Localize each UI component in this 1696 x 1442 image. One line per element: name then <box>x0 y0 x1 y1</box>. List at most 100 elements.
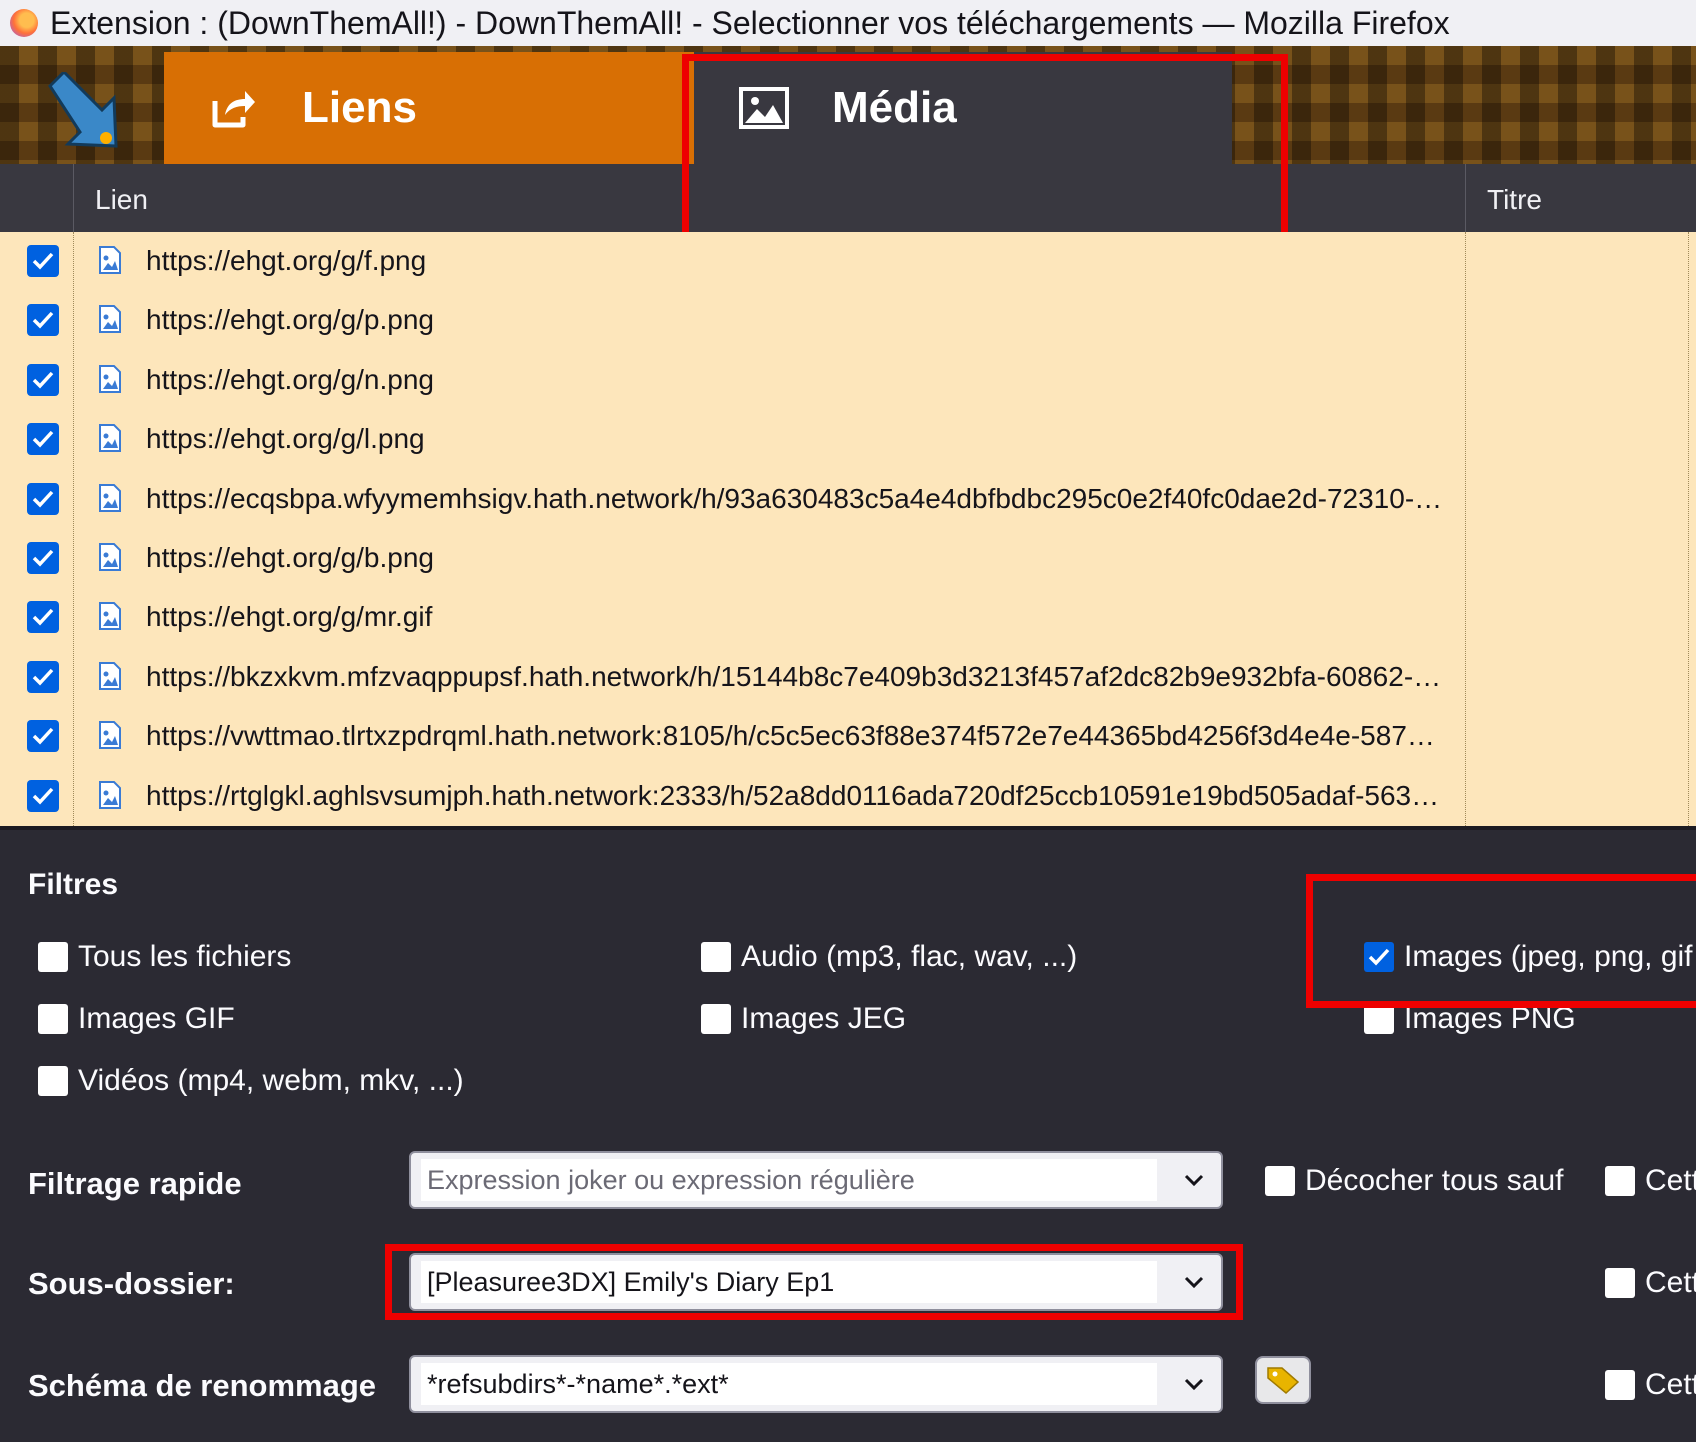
table-row[interactable]: https://ehgt.org/g/b.png <box>0 529 1696 588</box>
image-file-icon <box>99 721 121 750</box>
checkbox[interactable] <box>1605 1268 1635 1298</box>
table-row[interactable]: https://vwttmao.tlrtxzpdrqml.hath.networ… <box>0 707 1696 766</box>
window-title: Extension : (DownThemAll!) - DownThemAll… <box>50 4 1450 41</box>
tab-links[interactable]: Liens <box>164 52 694 164</box>
row-checkbox[interactable] <box>27 779 59 812</box>
image-file-icon <box>99 424 121 453</box>
row-checkbox[interactable] <box>27 363 59 396</box>
filter-gif[interactable]: Images GIF <box>38 1002 235 1036</box>
link-url: https://ecqsbpa.wfyymemhsigv.hath.networ… <box>146 482 1446 514</box>
filter-all-files[interactable]: Tous les fichiers <box>38 940 291 974</box>
option-label: Cett <box>1645 1266 1696 1299</box>
table-row[interactable]: https://ehgt.org/g/l.png <box>0 410 1696 469</box>
table-row[interactable]: https://ehgt.org/g/mr.gif <box>0 588 1696 647</box>
uncheck-label: Décocher tous sauf <box>1305 1164 1564 1197</box>
checkbox[interactable] <box>1605 1370 1635 1400</box>
downthemall-logo <box>0 46 164 164</box>
tab-media-label: Média <box>832 83 957 132</box>
firefox-logo-icon <box>10 9 38 37</box>
checkbox[interactable] <box>1265 1166 1295 1196</box>
link-url: https://ehgt.org/g/n.png <box>146 363 434 395</box>
rename-label: Schéma de renommage <box>28 1368 377 1403</box>
row-checkbox[interactable] <box>27 541 59 574</box>
filter-label: Images (jpeg, png, gif <box>1404 940 1693 973</box>
row-checkbox[interactable] <box>27 482 59 515</box>
filter-images[interactable]: Images (jpeg, png, gif <box>1364 940 1693 974</box>
chevron-down-icon[interactable] <box>1183 1169 1205 1191</box>
filter-jpeg[interactable]: Images JEG <box>701 1002 906 1036</box>
column-check <box>0 164 74 232</box>
tab-links-label: Liens <box>302 83 417 132</box>
checkbox-checked[interactable] <box>1364 942 1394 972</box>
checkbox[interactable] <box>38 1004 68 1034</box>
filter-label: Vidéos (mp4, webm, mkv, ...) <box>78 1064 464 1097</box>
image-file-icon <box>99 483 121 512</box>
link-url: https://ehgt.org/g/p.png <box>146 304 434 336</box>
rename-option[interactable]: Cett <box>1605 1368 1696 1402</box>
filter-label: Images JEG <box>741 1002 907 1035</box>
link-url: https://bkzxkvm.mfzvaqppupsf.hath.networ… <box>146 660 1446 692</box>
checkbox[interactable] <box>38 942 68 972</box>
quick-filter-combobox[interactable]: Expression joker ou expression régulière <box>409 1151 1223 1209</box>
chevron-down-icon[interactable] <box>1183 1373 1205 1395</box>
column-title[interactable]: Titre <box>1487 184 1542 216</box>
download-arrow-icon <box>48 72 118 148</box>
table-row[interactable]: https://ecqsbpa.wfyymemhsigv.hath.networ… <box>0 470 1696 529</box>
image-file-icon <box>99 602 121 631</box>
uncheck-all-except[interactable]: Décocher tous sauf <box>1265 1164 1563 1198</box>
tag-button[interactable] <box>1255 1356 1311 1404</box>
subfolder-option[interactable]: Cett <box>1605 1266 1696 1300</box>
share-icon <box>208 82 260 134</box>
tab-media[interactable]: Média <box>694 52 1232 164</box>
image-file-icon <box>99 542 121 571</box>
row-checkbox[interactable] <box>27 423 59 456</box>
link-url: https://ehgt.org/g/b.png <box>146 541 434 573</box>
link-url: https://rtglgkl.aghlsvsumjph.hath.networ… <box>146 779 1446 811</box>
table-row[interactable]: https://ehgt.org/g/n.png <box>0 351 1696 410</box>
links-list: https://ehgt.org/g/f.png https://ehgt.org… <box>0 232 1696 826</box>
image-file-icon <box>99 305 121 334</box>
table-row[interactable]: https://bkzxkvm.mfzvaqppupsf.hath.networ… <box>0 648 1696 707</box>
tag-icon <box>1267 1367 1300 1394</box>
checkbox[interactable] <box>1364 1004 1394 1034</box>
link-url: https://ehgt.org/g/l.png <box>146 423 425 455</box>
filter-label: Images GIF <box>78 1002 235 1035</box>
table-row[interactable]: https://rtglgkl.aghlsvsumjph.hath.networ… <box>0 767 1696 826</box>
row-checkbox[interactable] <box>27 245 59 277</box>
image-file-icon <box>99 246 121 274</box>
options-panel: Filtres Tous les fichiers Audio (mp3, fl… <box>0 826 1696 1442</box>
column-header: Lien Titre <box>0 164 1696 232</box>
filter-audio[interactable]: Audio (mp3, flac, wav, ...) <box>701 940 1077 974</box>
image-icon <box>738 82 790 134</box>
row-checkbox[interactable] <box>27 660 59 693</box>
option-label: Cett <box>1645 1368 1696 1401</box>
table-row[interactable]: https://ehgt.org/g/f.png <box>0 232 1696 291</box>
row-checkbox[interactable] <box>27 601 59 634</box>
header: Liens Média <box>0 46 1696 164</box>
table-row[interactable]: https://ehgt.org/g/p.png <box>0 291 1696 350</box>
rename-combobox[interactable]: *refsubdirs*-*name*.*ext* <box>409 1355 1223 1413</box>
link-url: https://ehgt.org/g/f.png <box>146 245 427 276</box>
rename-input[interactable]: *refsubdirs*-*name*.*ext* <box>421 1363 1157 1405</box>
quick-filter-option[interactable]: Cett <box>1605 1164 1696 1198</box>
image-file-icon <box>99 780 121 809</box>
chevron-down-icon[interactable] <box>1183 1271 1205 1293</box>
subfolder-input[interactable]: [Pleasuree3DX] Emily's Diary Ep1 <box>421 1261 1157 1303</box>
checkbox[interactable] <box>1605 1166 1635 1196</box>
link-url: https://vwttmao.tlrtxzpdrqml.hath.networ… <box>146 720 1446 752</box>
row-checkbox[interactable] <box>27 720 59 753</box>
option-label: Cett <box>1645 1164 1696 1197</box>
filter-videos[interactable]: Vidéos (mp4, webm, mkv, ...) <box>38 1064 464 1098</box>
filters-title: Filtres <box>28 868 119 901</box>
checkbox[interactable] <box>701 1004 731 1034</box>
subfolder-combobox[interactable]: [Pleasuree3DX] Emily's Diary Ep1 <box>409 1253 1223 1311</box>
filter-png[interactable]: Images PNG <box>1364 1002 1576 1036</box>
image-file-icon <box>99 364 121 393</box>
row-checkbox[interactable] <box>27 304 59 337</box>
filter-label: Images PNG <box>1404 1002 1576 1035</box>
window-titlebar: Extension : (DownThemAll!) - DownThemAll… <box>0 0 1696 46</box>
quick-filter-input[interactable]: Expression joker ou expression régulière <box>421 1159 1157 1201</box>
checkbox[interactable] <box>38 1066 68 1096</box>
checkbox[interactable] <box>701 942 731 972</box>
column-link[interactable]: Lien <box>95 184 148 216</box>
